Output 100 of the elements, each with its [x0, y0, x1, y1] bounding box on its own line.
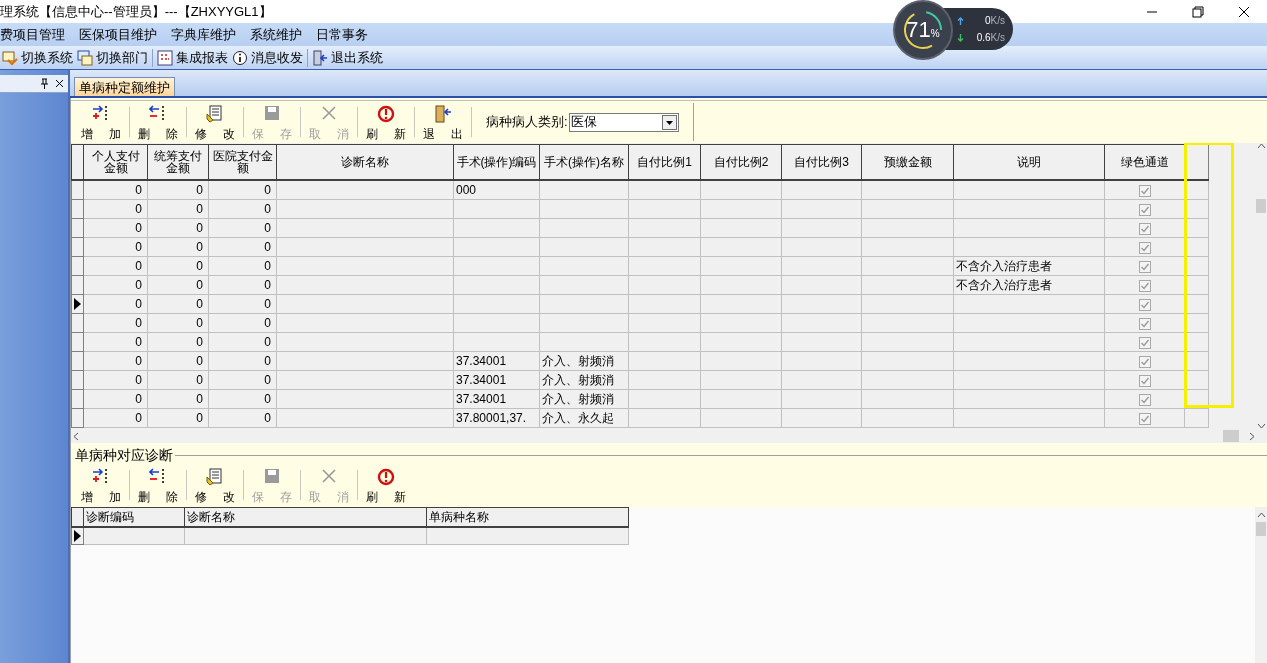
checkbox[interactable] — [1138, 374, 1151, 387]
table-cell: 不含介入治疗患者 — [956, 278, 1052, 292]
column-header[interactable]: 自付比例3 — [781, 144, 862, 180]
checkbox[interactable] — [1138, 355, 1151, 368]
checkbox[interactable] — [1138, 260, 1151, 273]
vertical-scrollbar[interactable] — [1255, 507, 1267, 663]
table-cell: 0 — [196, 259, 203, 273]
checkbox[interactable] — [1138, 412, 1151, 425]
column-header[interactable]: 个人支付金额 — [83, 144, 148, 180]
checkbox[interactable] — [1138, 336, 1151, 349]
table-cell: 介入、射频消 — [542, 392, 614, 406]
checkbox[interactable] — [1138, 298, 1151, 311]
column-header[interactable]: 单病种名称 — [426, 507, 629, 527]
usage-ring-drawing — [901, 8, 945, 52]
table-cell: 0 — [135, 297, 142, 311]
table-cell: 0 — [135, 202, 142, 216]
menu-item[interactable]: 字典库维护 — [164, 24, 243, 45]
table-cell: 0 — [135, 278, 142, 292]
close-icon[interactable] — [55, 79, 64, 88]
toolbar-button[interactable]: 增 加 — [73, 103, 129, 141]
table-cell: 0 — [264, 411, 271, 425]
table-cell: 介入、射频消 — [542, 373, 614, 387]
toolbar-button[interactable]: 增 加 — [73, 466, 129, 504]
toolbar-button[interactable]: 集成报表 — [155, 47, 230, 68]
table-cell: 0 — [196, 335, 203, 349]
row-header[interactable] — [71, 180, 84, 200]
checkbox[interactable] — [1138, 203, 1151, 216]
info-icon — [232, 49, 248, 66]
menu-item[interactable]: 医保项目维护 — [72, 24, 164, 45]
scroll-up-icon[interactable] — [1256, 512, 1266, 518]
column-header[interactable]: 诊断名称 — [184, 507, 427, 527]
toolbar-button[interactable]: 退出系统 — [310, 47, 385, 68]
scroll-thumb[interactable] — [1223, 430, 1239, 442]
table-cell: 0 — [135, 411, 142, 425]
toolbar-button[interactable]: 切换部门 — [75, 47, 150, 68]
column-header[interactable]: 自付比例2 — [700, 144, 782, 180]
refresh-icon — [377, 468, 395, 486]
table-cell: 0 — [264, 240, 271, 254]
table-cell: 37.34001 — [456, 354, 507, 368]
column-header[interactable]: 诊断编码 — [83, 507, 185, 527]
column-header[interactable]: 诊断名称 — [276, 144, 454, 180]
scroll-down-icon[interactable] — [1256, 423, 1266, 429]
download-arrow-icon — [957, 33, 964, 42]
column-header[interactable]: 统筹支付金额 — [147, 144, 209, 180]
table-cell: 0 — [264, 354, 271, 368]
column-header[interactable]: 手术(操作)名称 — [539, 144, 629, 180]
edit-document-icon — [206, 105, 224, 123]
table-cell: 0 — [135, 259, 142, 273]
checkbox[interactable] — [1138, 241, 1151, 254]
add-arrows-icon — [92, 468, 110, 484]
column-header[interactable]: 手术(操作)编码 — [453, 144, 540, 180]
scroll-left-icon[interactable] — [73, 431, 79, 441]
scroll-right-icon[interactable] — [1249, 431, 1255, 441]
table-cell: 0 — [264, 202, 271, 216]
toolbar-button[interactable]: 删 除 — [130, 466, 186, 504]
door-exit-icon — [434, 105, 452, 123]
toolbar-button[interactable]: 刷 新 — [358, 103, 414, 141]
table-cell: 0 — [196, 297, 203, 311]
checkbox[interactable] — [1138, 222, 1151, 235]
table-cell: 37.34001 — [456, 392, 507, 406]
toolbar-button[interactable]: 修 改 — [187, 103, 243, 141]
row-header[interactable] — [71, 294, 84, 314]
toolbar-button[interactable]: 消息收发 — [230, 47, 305, 68]
column-header[interactable]: 医院支付金额 — [208, 144, 277, 180]
scroll-thumb[interactable] — [1256, 199, 1266, 213]
scroll-up-icon[interactable] — [1256, 143, 1266, 149]
menu-item[interactable]: 系统维护 — [243, 24, 309, 45]
toolbar-button[interactable]: 切换系统 — [0, 47, 75, 68]
menu-item[interactable]: 日常事务 — [309, 24, 375, 45]
category-dropdown[interactable]: 医保 — [568, 112, 679, 132]
toolbar-button[interactable]: 刷 新 — [358, 466, 414, 504]
filter-label: 病种病人类别: — [486, 113, 568, 132]
checkbox[interactable] — [1138, 279, 1151, 292]
checkbox[interactable] — [1138, 317, 1151, 330]
table-cell: 0 — [264, 259, 271, 273]
toolbar-button[interactable]: 退 出 — [415, 103, 471, 141]
scroll-thumb[interactable] — [1256, 522, 1266, 536]
table-cell: 0 — [135, 240, 142, 254]
table-cell: 0 — [264, 221, 271, 235]
toolbar-button[interactable]: 修 改 — [187, 466, 243, 504]
window-title: 理系统【信息中心--管理员】---【ZHXYYGL1】 — [0, 2, 272, 21]
column-header[interactable]: 绿色通道 — [1104, 144, 1185, 180]
column-header[interactable]: 说明 — [953, 144, 1105, 180]
section-title: 单病种对应诊断 — [74, 446, 174, 465]
door-exit-icon — [312, 49, 328, 66]
download-speed: 0.6K/s — [976, 31, 1005, 45]
column-header[interactable]: 预缴金额 — [861, 144, 954, 180]
vertical-scrollbar[interactable] — [1255, 143, 1267, 429]
upload-speed: 0K/s — [985, 14, 1005, 28]
column-header[interactable]: 自付比例1 — [628, 144, 701, 180]
toolbar-button[interactable]: 删 除 — [130, 103, 186, 141]
checkbox[interactable] — [1138, 184, 1151, 197]
table-cell: 37.80001,37. — [456, 411, 527, 425]
checkbox[interactable] — [1138, 393, 1151, 406]
pin-icon[interactable] — [40, 78, 49, 89]
document-tab[interactable]: 单病种定额维护 — [74, 77, 175, 96]
table-cell: 0 — [135, 316, 142, 330]
current-row-marker-icon — [73, 298, 81, 310]
table-cell: 0 — [135, 392, 142, 406]
menu-item[interactable]: 费项目管理 — [0, 24, 72, 45]
